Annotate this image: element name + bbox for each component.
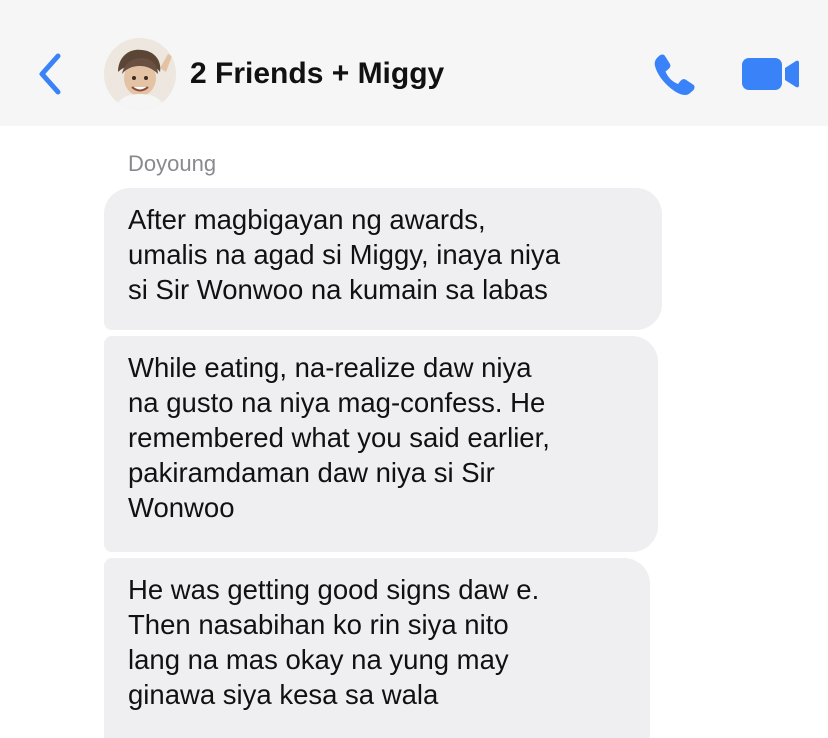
group-avatar[interactable] — [104, 38, 176, 110]
call-button[interactable] — [650, 50, 698, 98]
phone-icon — [654, 54, 695, 95]
conversation-title[interactable]: 2 Friends + Miggy — [190, 54, 444, 94]
chevron-left-icon — [39, 53, 61, 95]
message-bubble[interactable]: After magbigayan ng awards, umalis na ag… — [104, 188, 662, 330]
chat-header: 2 Friends + Miggy — [0, 0, 828, 126]
message-bubble[interactable]: He was getting good signs daw e. Then na… — [104, 558, 650, 738]
video-camera-icon — [742, 58, 799, 90]
message-bubble[interactable]: While eating, na-realize daw niya na gus… — [104, 336, 658, 552]
sender-name: Doyoung — [128, 151, 217, 176]
back-button[interactable] — [34, 50, 66, 98]
video-call-button[interactable] — [742, 56, 800, 92]
avatar-photo — [104, 38, 176, 110]
